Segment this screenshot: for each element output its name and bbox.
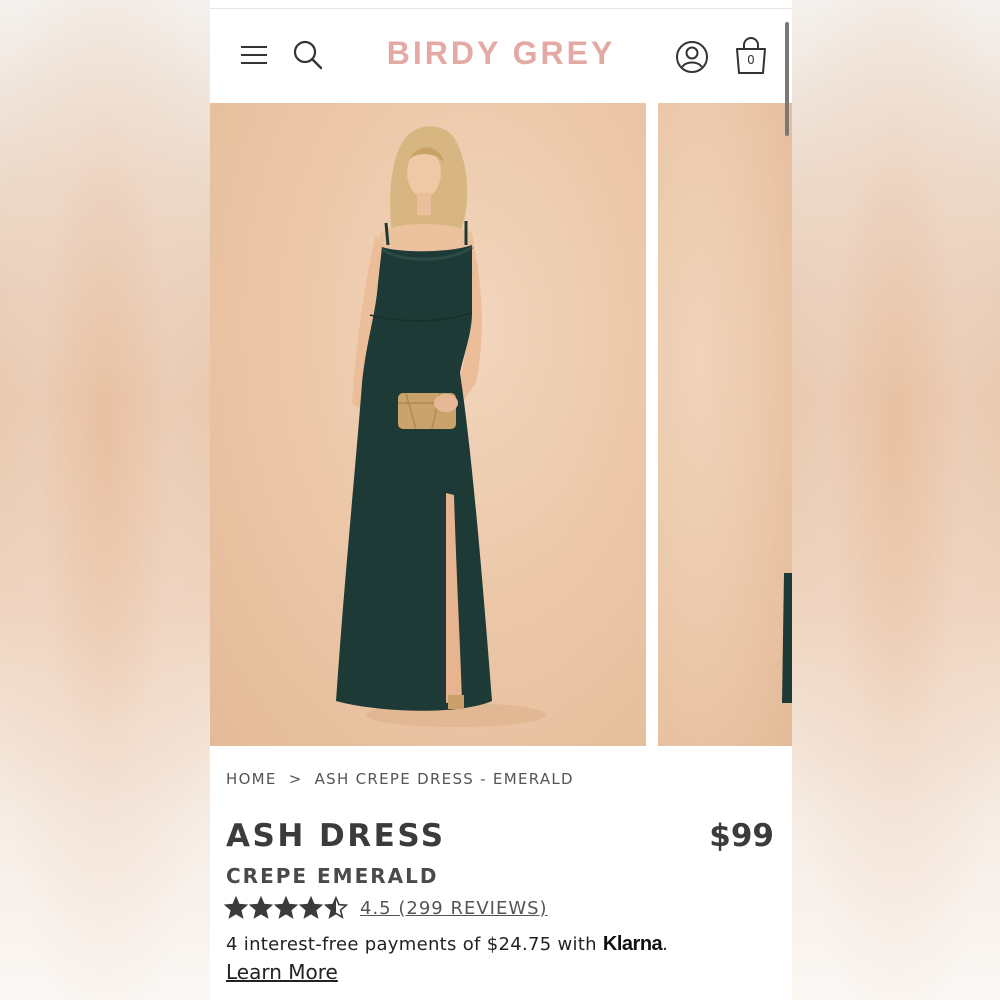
product-price: $99 [709,818,774,854]
star-icon [249,896,273,919]
klarna-logo: Klarna [602,933,663,955]
product-image-next[interactable] [658,103,792,746]
product-rating[interactable]: 4.5 (299 REVIEWS) [224,896,548,920]
breadcrumb-separator: > [288,770,303,788]
star-icon [324,896,348,919]
brand-logo[interactable]: BIRDY GREY [360,35,642,72]
product-variant: CREPE EMERALD [226,864,439,888]
hamburger-menu-icon[interactable] [236,37,272,73]
mobile-page: BIRDY GREY 0 HOME > ASH CREPE DRESS - EM… [210,0,792,1000]
product-image-gallery[interactable] [210,103,792,746]
star-icon [274,896,298,919]
background-blur-left [0,0,210,1000]
learn-more-link[interactable]: Learn More [226,960,338,984]
next-photo-illustration [782,573,792,703]
installments-text: 4 interest-free payments of $24.75 with [226,934,603,955]
user-account-icon[interactable] [672,37,712,77]
search-icon[interactable] [290,37,326,73]
background-blur-right [792,0,1000,1000]
shopping-bag-button[interactable]: 0 [730,33,772,79]
breadcrumb: HOME > ASH CREPE DRESS - EMERALD [226,770,574,788]
site-header: BIRDY GREY 0 [210,9,792,103]
breadcrumb-home-link[interactable]: HOME [226,770,277,788]
rating-stars [224,896,348,920]
star-icon [299,896,323,919]
star-icon [224,896,248,919]
product-title: ASH DRESS [226,818,446,854]
cart-count-badge: 0 [747,53,755,67]
breadcrumb-current: ASH CREPE DRESS - EMERALD [314,770,574,788]
model-photo-illustration [336,126,546,727]
product-image-main[interactable] [210,103,646,746]
scrollbar[interactable] [785,22,789,136]
installments-suffix: . [662,934,669,955]
reviews-link[interactable]: 4.5 (299 REVIEWS) [360,898,548,919]
klarna-installments: 4 interest-free payments of $24.75 with … [226,933,668,956]
